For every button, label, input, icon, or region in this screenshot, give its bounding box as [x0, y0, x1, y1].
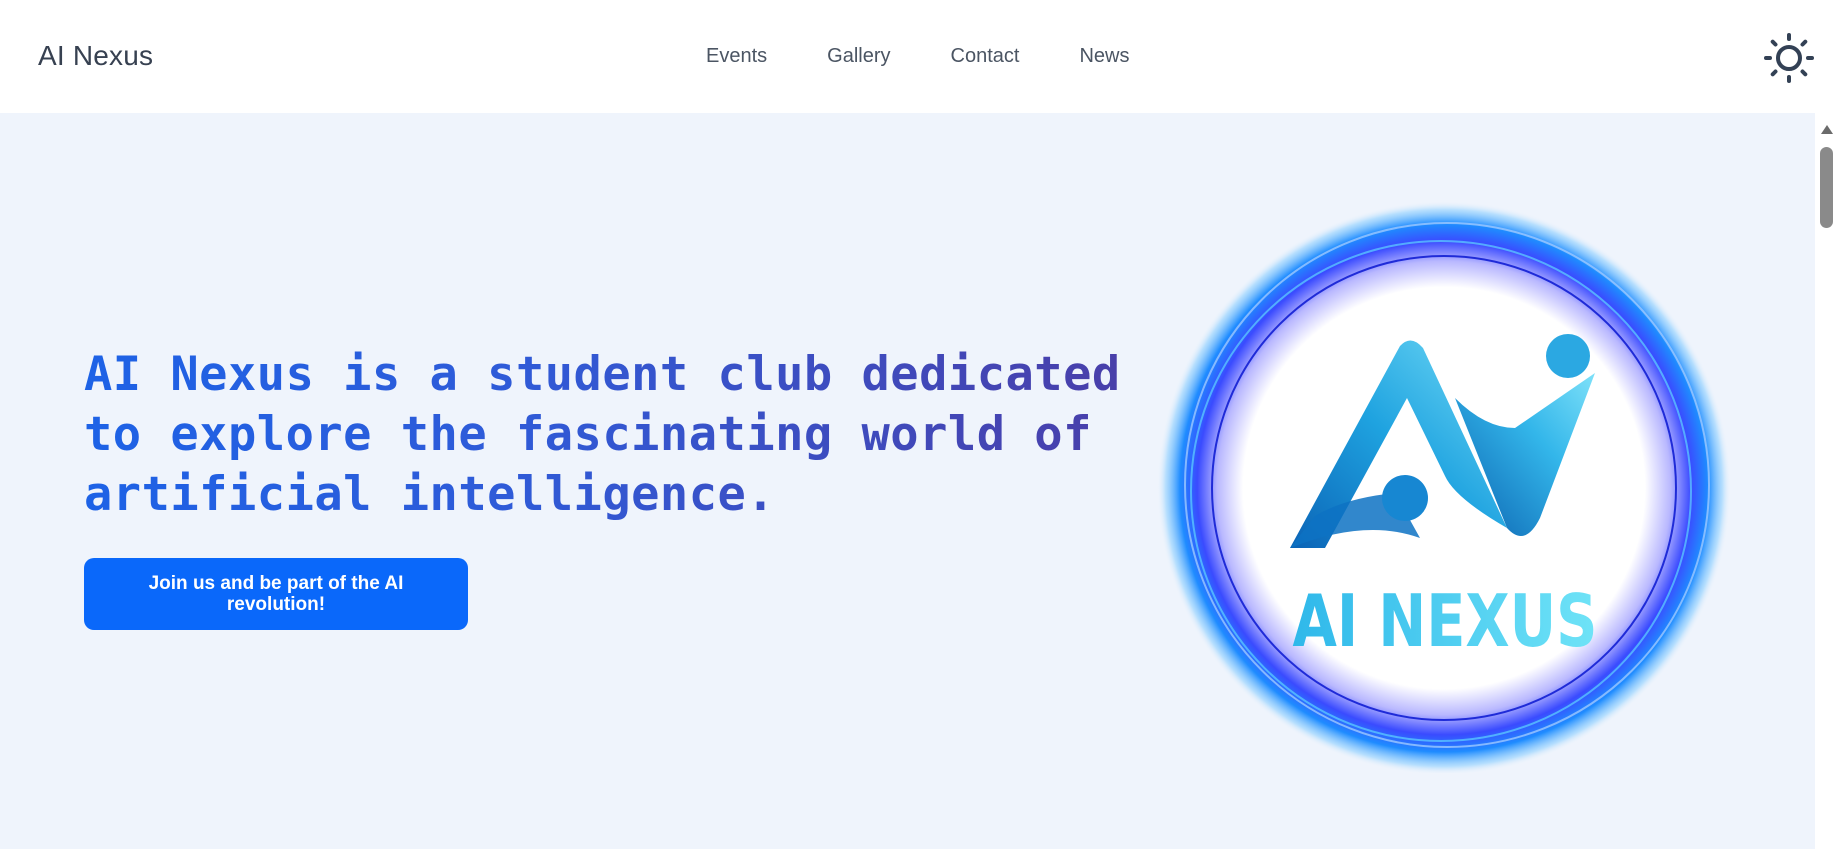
nav-link-events[interactable]: Events [706, 45, 767, 68]
nav-link-news[interactable]: News [1079, 45, 1129, 68]
scroll-thumb[interactable] [1820, 147, 1833, 228]
main-nav: Events Gallery Contact News [706, 45, 1189, 68]
join-cta-button[interactable]: Join us and be part of the AI revolution… [84, 558, 468, 630]
hero-section: AI Nexus is a student club dedicated to … [0, 113, 1815, 849]
ai-nexus-logo: AI NEXUS [1155, 198, 1731, 775]
hero-heading: AI Nexus is a student club dedicated to … [84, 345, 1144, 525]
nav-link-contact[interactable]: Contact [951, 45, 1020, 68]
nav-link-gallery[interactable]: Gallery [827, 45, 890, 68]
sun-icon [1764, 33, 1814, 83]
logo-text: AI NEXUS [1293, 579, 1598, 663]
scroll-up-arrow-icon[interactable] [1821, 125, 1833, 134]
top-navbar: AI Nexus Events Gallery Contact News [0, 0, 1838, 113]
vertical-scrollbar[interactable] [1815, 113, 1838, 849]
theme-toggle-button[interactable] [1763, 32, 1815, 84]
brand-link[interactable]: AI Nexus [38, 40, 153, 72]
